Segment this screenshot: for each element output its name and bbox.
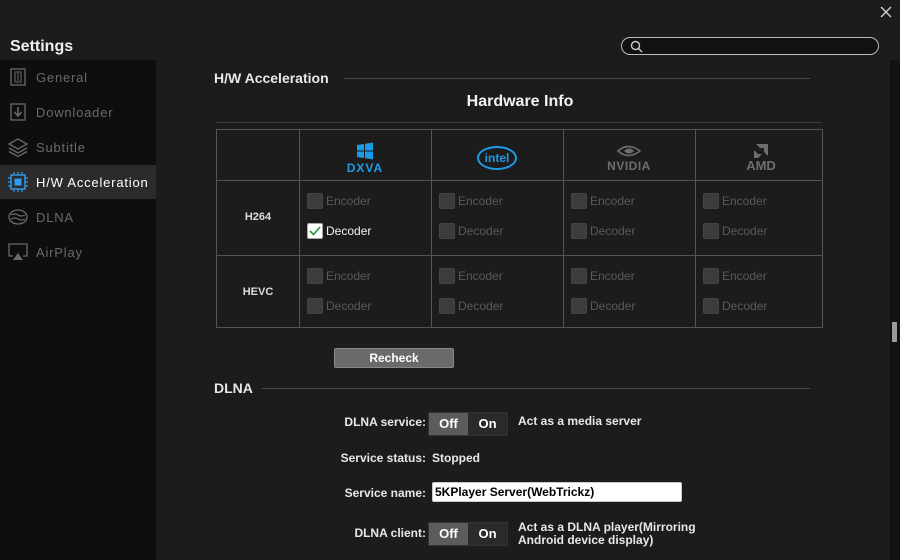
sidebar: General Downloader Subtitle H/W Accelera… <box>0 60 156 560</box>
sidebar-item-label: Subtitle <box>36 139 86 155</box>
subtitle-icon <box>7 136 29 158</box>
dlna-client-on-option[interactable]: On <box>468 523 507 545</box>
dlna-service-off-option[interactable]: Off <box>429 413 468 435</box>
dlna-service-description: Act as a media server <box>518 414 642 428</box>
row-label-hevc: HEVC <box>242 286 274 298</box>
service-status-label: Service status: <box>340 451 426 465</box>
search-input[interactable] <box>648 39 868 53</box>
sidebar-item-dlna[interactable]: DLNA <box>0 200 156 234</box>
vendor-label: NVIDIA <box>607 159 651 173</box>
hardware-info-table: DXVA intel NVIDIA AMD H264 HEVC Encoder <box>216 129 823 328</box>
section-divider <box>262 388 810 389</box>
section-divider <box>344 78 810 79</box>
amd-logo-icon <box>754 143 768 158</box>
chip-icon <box>7 171 29 193</box>
dlna-service-on-option[interactable]: On <box>468 413 507 435</box>
windows-logo-icon <box>357 142 373 159</box>
table-divider <box>217 255 822 256</box>
sidebar-item-label: Downloader <box>36 104 114 120</box>
vendor-dxva: DXVA <box>299 138 431 178</box>
checkbox-h264-nvidia-decoder[interactable]: Decoder <box>571 222 635 240</box>
checkbox-h264-dxva-encoder[interactable]: Encoder <box>307 192 371 210</box>
intel-logo-icon: intel <box>477 146 517 170</box>
section-title-dlna: DLNA <box>214 380 253 396</box>
checkbox-h264-nvidia-encoder[interactable]: Encoder <box>571 192 635 210</box>
airplay-icon <box>7 241 29 263</box>
dlna-service-label: DLNA service: <box>344 415 426 429</box>
sidebar-item-subtitle[interactable]: Subtitle <box>0 130 156 164</box>
sidebar-item-label: AirPlay <box>36 244 83 260</box>
checkbox-h264-amd-decoder[interactable]: Decoder <box>703 222 767 240</box>
checkbox-hevc-amd-decoder[interactable]: Decoder <box>703 297 767 315</box>
checkbox-hevc-intel-encoder[interactable]: Encoder <box>439 267 503 285</box>
sidebar-item-label: General <box>36 69 88 85</box>
dlna-client-description: Act as a DLNA player(Mirroring Android d… <box>518 521 696 547</box>
vendor-nvidia: NVIDIA <box>563 138 695 178</box>
sidebar-item-airplay[interactable]: AirPlay <box>0 235 156 269</box>
checkbox-h264-intel-decoder[interactable]: Decoder <box>439 222 503 240</box>
service-name-label: Service name: <box>344 486 426 500</box>
vendor-label: intel <box>484 151 510 165</box>
hardware-info-title: Hardware Info <box>466 93 574 110</box>
dlna-client-label: DLNA client: <box>354 526 426 540</box>
check-icon <box>309 226 321 236</box>
checkbox-h264-intel-encoder[interactable]: Encoder <box>439 192 503 210</box>
checkbox-hevc-amd-encoder[interactable]: Encoder <box>703 267 767 285</box>
general-icon <box>7 66 29 88</box>
checkbox-hevc-dxva-encoder[interactable]: Encoder <box>307 267 371 285</box>
checkbox-hevc-nvidia-encoder[interactable]: Encoder <box>571 267 635 285</box>
recheck-button[interactable]: Recheck <box>334 348 454 368</box>
sidebar-item-label: DLNA <box>36 209 74 225</box>
search-box[interactable] <box>621 37 879 55</box>
window-title: Settings <box>10 38 74 55</box>
sidebar-item-label: H/W Acceleration <box>36 174 149 190</box>
dlna-client-toggle[interactable]: Off On <box>428 522 508 546</box>
search-icon <box>630 40 643 53</box>
title-bar: Settings <box>0 0 900 60</box>
vendor-amd: AMD <box>695 138 827 178</box>
dlna-client-off-option[interactable]: Off <box>429 523 468 545</box>
hardware-info-underline <box>216 122 822 123</box>
vendor-intel: intel <box>431 138 563 178</box>
vendor-label: DXVA <box>346 160 384 175</box>
dlna-service-toggle[interactable]: Off On <box>428 412 508 436</box>
checkbox-hevc-dxva-decoder[interactable]: Decoder <box>307 297 371 315</box>
checkbox-hevc-nvidia-decoder[interactable]: Decoder <box>571 297 635 315</box>
downloader-icon <box>7 101 29 123</box>
scrollbar-thumb[interactable] <box>892 322 897 342</box>
sidebar-item-general[interactable]: General <box>0 60 156 94</box>
sidebar-item-hw-acceleration[interactable]: H/W Acceleration <box>0 165 156 199</box>
dlna-client-description-line: Android device display) <box>518 533 654 547</box>
dlna-icon <box>7 206 29 228</box>
section-title-hw: H/W Acceleration <box>214 70 329 86</box>
checkbox-checked <box>307 223 323 239</box>
settings-content: H/W Acceleration Hardware Info DXVA inte… <box>156 60 890 560</box>
close-icon[interactable] <box>878 4 894 20</box>
table-divider <box>217 180 822 181</box>
vendor-label: AMD <box>746 157 776 173</box>
vertical-scrollbar[interactable] <box>890 60 900 560</box>
checkbox-hevc-intel-decoder[interactable]: Decoder <box>439 297 503 315</box>
checkbox-h264-amd-encoder[interactable]: Encoder <box>703 192 767 210</box>
sidebar-item-downloader[interactable]: Downloader <box>0 95 156 129</box>
service-name-field[interactable] <box>432 482 682 502</box>
nvidia-eye-icon <box>616 145 642 157</box>
checkbox-h264-dxva-decoder[interactable]: Decoder <box>307 222 371 240</box>
service-status-value: Stopped <box>432 451 480 465</box>
row-label-h264: H264 <box>244 211 272 223</box>
